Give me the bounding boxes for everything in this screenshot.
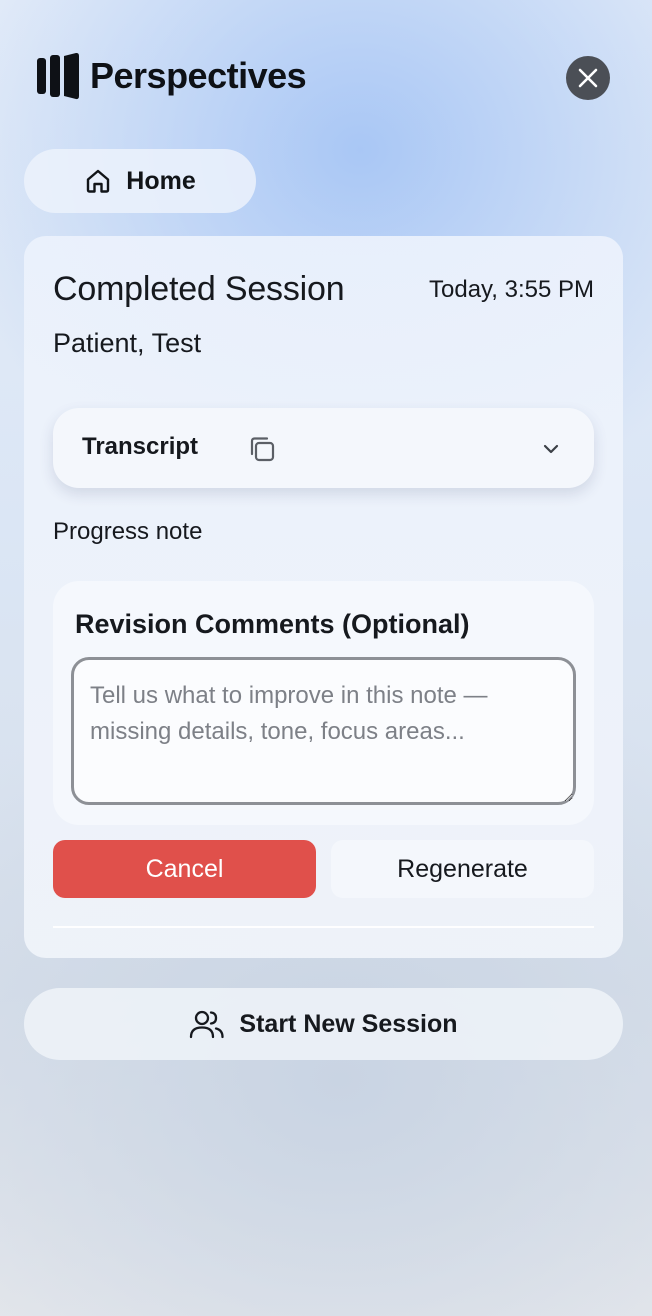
- start-new-session-label: Start New Session: [239, 1009, 458, 1038]
- start-new-session-button[interactable]: Start New Session: [24, 988, 623, 1060]
- revision-comments-title: Revision Comments (Optional): [75, 609, 470, 639]
- revision-comments-panel: Revision Comments (Optional): [53, 581, 594, 825]
- home-icon: [87, 169, 110, 193]
- cancel-button[interactable]: Cancel: [53, 840, 316, 898]
- revision-comments-input[interactable]: [71, 657, 576, 805]
- app-logo: Perspectives: [36, 52, 307, 100]
- progress-note-label: Progress note: [53, 518, 203, 545]
- transcript-accordion[interactable]: Transcript: [53, 408, 594, 488]
- session-card: Completed Session Today, 3:55 PM Patient…: [24, 236, 623, 958]
- patient-name: Patient, Test: [53, 328, 202, 358]
- app-name: Perspectives: [90, 55, 307, 96]
- users-icon: [190, 1010, 225, 1039]
- close-icon: [578, 68, 598, 88]
- perspectives-logo-icon: [37, 52, 79, 100]
- transcript-label: Transcript: [82, 433, 199, 460]
- session-time: Today, 3:55 PM: [429, 276, 594, 303]
- home-label: Home: [126, 166, 196, 195]
- app-header: Perspectives: [36, 52, 610, 102]
- session-title: Completed Session: [53, 270, 345, 308]
- chevron-down-icon[interactable]: [540, 438, 562, 460]
- home-button[interactable]: Home: [24, 149, 256, 213]
- close-button[interactable]: [566, 56, 610, 100]
- card-divider: [53, 926, 594, 928]
- regenerate-button[interactable]: Regenerate: [331, 840, 594, 898]
- copy-icon[interactable]: [247, 434, 277, 464]
